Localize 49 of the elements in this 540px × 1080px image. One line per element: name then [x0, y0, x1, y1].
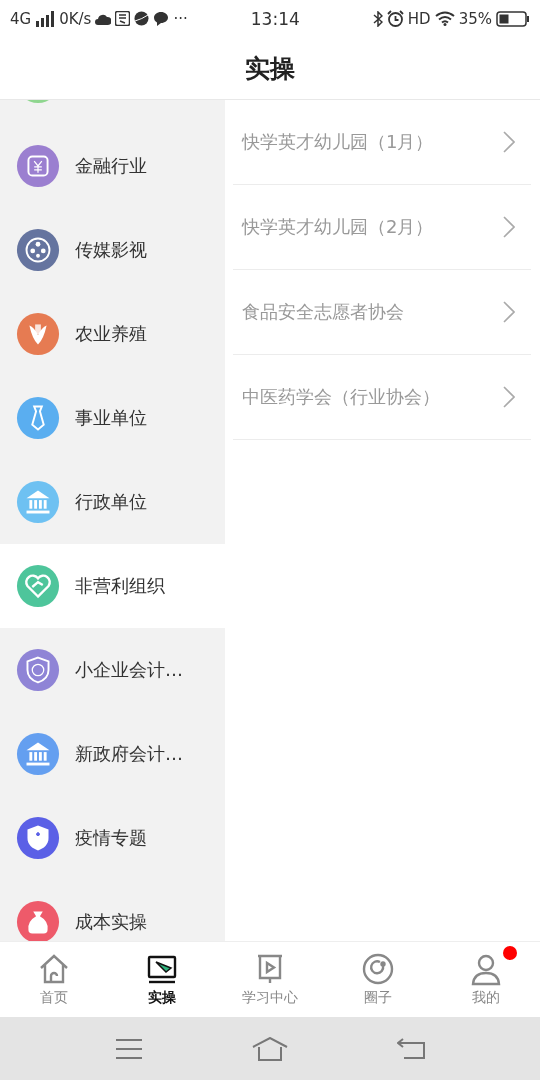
tab-item[interactable]: 我的 — [432, 942, 540, 1017]
battery-icon — [496, 10, 530, 27]
category-label: 小企业会计… — [75, 658, 183, 682]
chevron-right-icon — [503, 301, 515, 323]
category-item[interactable]: 成本实操 — [0, 880, 225, 941]
category-item[interactable]: 疫情专题 — [0, 796, 225, 880]
signal-icon — [35, 10, 56, 27]
category-label: 农业养殖 — [75, 322, 147, 346]
tab-item[interactable]: 实操 — [108, 942, 216, 1017]
chevron-right-icon — [503, 131, 515, 153]
bluetooth-icon — [372, 10, 383, 27]
person-icon — [469, 952, 503, 986]
tab-item[interactable]: 学习中心 — [216, 942, 324, 1017]
category-item[interactable]: 金融行业 — [0, 124, 225, 208]
category-label: 事业单位 — [75, 406, 147, 430]
category-item[interactable]: 传媒影视 — [0, 208, 225, 292]
planet-icon — [134, 11, 150, 26]
category-item[interactable]: 新政府会计… — [0, 712, 225, 796]
category-label: 行政单位 — [75, 490, 147, 514]
tab-item[interactable]: 首页 — [0, 942, 108, 1017]
category-label: 新政府会计… — [75, 742, 183, 766]
category-item[interactable]: 行政单位 — [0, 460, 225, 544]
category-label: 成本实操 — [75, 910, 147, 934]
home-icon[interactable] — [252, 1036, 288, 1061]
chat-icon — [153, 11, 170, 26]
chevron-right-icon — [503, 386, 515, 408]
category-label: 非营利组织 — [75, 574, 165, 598]
category-label: 传媒影视 — [75, 238, 147, 262]
back-icon[interactable] — [397, 1037, 426, 1060]
menu-icon[interactable] — [114, 1037, 143, 1060]
app-icon — [115, 11, 131, 26]
alarm-icon — [386, 10, 404, 27]
category-label: 金融行业 — [75, 154, 147, 178]
network-speed: 0K/s — [59, 9, 92, 28]
chevron-right-icon — [503, 216, 515, 238]
page-title: 实操 — [245, 52, 295, 85]
ring-icon — [361, 952, 395, 986]
category-item[interactable]: 非营利组织 — [0, 544, 225, 628]
battery-percent: 35% — [458, 9, 492, 28]
wifi-icon — [434, 11, 455, 26]
hd-indicator: HD — [407, 9, 431, 28]
network-type: 4G — [10, 9, 32, 28]
category-item[interactable]: 农业养殖 — [0, 292, 225, 376]
category-label: 疫情专题 — [75, 826, 147, 850]
tab-item[interactable]: 圈子 — [324, 942, 432, 1017]
category-item[interactable]: 事业单位 — [0, 376, 225, 460]
clock-time: 13:14 — [250, 8, 300, 29]
more-indicator: ··· — [173, 9, 188, 28]
category-item[interactable]: 小企业会计… — [0, 628, 225, 712]
